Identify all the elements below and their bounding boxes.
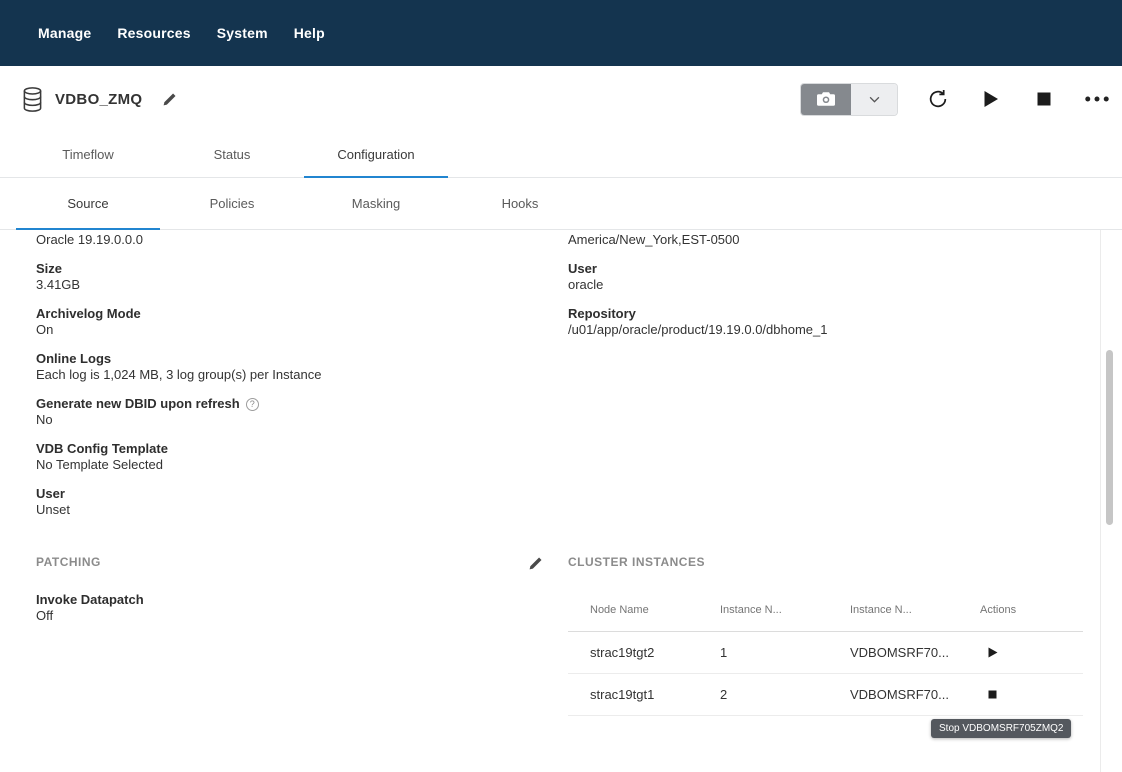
col-node-name: Node Name — [590, 604, 720, 616]
invoke-datapatch-label: Invoke Datapatch — [36, 592, 144, 608]
user-right-label: User — [568, 261, 597, 277]
primary-tabbar: Timeflow Status Configuration — [0, 132, 1122, 178]
field-generate-dbid: Generate new DBID upon refresh ? No — [36, 396, 531, 428]
col-actions: Actions — [980, 604, 1083, 616]
nav-item-resources[interactable]: Resources — [117, 25, 190, 41]
patching-title: PATCHING — [36, 555, 144, 569]
field-vdb-config-template: VDB Config Template No Template Selected — [36, 441, 531, 473]
tab-policies[interactable]: Policies — [160, 178, 304, 229]
cluster-instances-title: CLUSTER INSTANCES — [568, 555, 1083, 569]
scroll-area-divider — [1100, 230, 1101, 772]
page-title: VDBO_ZMQ — [55, 91, 142, 108]
more-actions-icon[interactable] — [1084, 86, 1110, 112]
source-details-right: America/New_York,EST-0500 User oracle Re… — [568, 232, 1088, 351]
col-instance-number: Instance N... — [720, 604, 850, 616]
field-user-left: User Unset — [36, 486, 531, 518]
patching-section: PATCHING Invoke Datapatch Off — [36, 555, 144, 637]
camera-icon[interactable] — [801, 84, 851, 115]
refresh-button[interactable] — [925, 86, 951, 112]
table-header-row: Node Name Instance N... Instance N... Ac… — [568, 588, 1083, 632]
edit-patching-icon[interactable] — [522, 550, 548, 576]
chevron-down-icon[interactable] — [851, 84, 897, 115]
database-icon — [22, 86, 43, 113]
start-button[interactable] — [978, 86, 1004, 112]
size-label: Size — [36, 261, 62, 277]
snapshot-button[interactable] — [800, 83, 898, 116]
cell-instance-name: VDBOMSRF70... — [850, 687, 980, 702]
field-oracle-version: Oracle 19.19.0.0.0 — [36, 232, 531, 248]
vertical-scrollbar[interactable] — [1106, 350, 1113, 525]
tab-masking[interactable]: Masking — [304, 178, 448, 229]
archivelog-value: On — [36, 322, 531, 338]
nav-item-help[interactable]: Help — [294, 25, 325, 41]
archivelog-label: Archivelog Mode — [36, 306, 141, 322]
field-online-logs: Online Logs Each log is 1,024 MB, 3 log … — [36, 351, 531, 383]
edit-title-icon[interactable] — [156, 86, 182, 112]
cell-instance-number: 1 — [720, 645, 850, 660]
vdb-template-value: No Template Selected — [36, 457, 531, 473]
oracle-version-value: Oracle 19.19.0.0.0 — [36, 232, 531, 248]
cell-node-name: strac19tgt1 — [590, 687, 720, 702]
field-archivelog-mode: Archivelog Mode On — [36, 306, 531, 338]
cell-node-name: strac19tgt2 — [590, 645, 720, 660]
tab-configuration[interactable]: Configuration — [304, 132, 448, 177]
header-toolbar — [800, 83, 1110, 116]
stop-instance-tooltip: Stop VDBOMSRF705ZMQ2 — [931, 719, 1071, 738]
tab-hooks[interactable]: Hooks — [448, 178, 592, 229]
row-stop-icon[interactable] — [980, 690, 1083, 699]
nav-item-system[interactable]: System — [217, 25, 268, 41]
vdb-template-label: VDB Config Template — [36, 441, 168, 457]
page-header: VDBO_ZMQ — [0, 66, 1122, 132]
title-group: VDBO_ZMQ — [22, 86, 182, 113]
user-right-value: oracle — [568, 277, 1088, 293]
cluster-instances-section: CLUSTER INSTANCES Node Name Instance N..… — [568, 555, 1083, 716]
top-navigation: Manage Resources System Help — [0, 0, 1122, 66]
generate-dbid-value: No — [36, 412, 531, 428]
size-value: 3.41GB — [36, 277, 531, 293]
repository-value: /u01/app/oracle/product/19.19.0.0/dbhome… — [568, 322, 1088, 338]
field-repository: Repository /u01/app/oracle/product/19.19… — [568, 306, 1088, 338]
invoke-datapatch-value: Off — [36, 608, 144, 624]
source-details-left: Oracle 19.19.0.0.0 Size 3.41GB Archivelo… — [36, 232, 531, 531]
online-logs-value: Each log is 1,024 MB, 3 log group(s) per… — [36, 367, 531, 383]
user-left-label: User — [36, 486, 65, 502]
secondary-tabbar: Source Policies Masking Hooks — [0, 178, 1122, 230]
repository-label: Repository — [568, 306, 636, 322]
timezone-value: America/New_York,EST-0500 — [568, 232, 1088, 248]
cell-instance-name: VDBOMSRF70... — [850, 645, 980, 660]
field-invoke-datapatch: Invoke Datapatch Off — [36, 592, 144, 624]
field-size: Size 3.41GB — [36, 261, 531, 293]
cell-instance-number: 2 — [720, 687, 850, 702]
table-row: strac19tgt2 1 VDBOMSRF70... — [568, 632, 1083, 674]
user-left-value: Unset — [36, 502, 531, 518]
tab-timeflow[interactable]: Timeflow — [16, 132, 160, 177]
app-root: Manage Resources System Help VDBO_ZMQ — [0, 0, 1122, 772]
cluster-instances-table: Node Name Instance N... Instance N... Ac… — [568, 588, 1083, 716]
col-instance-name: Instance N... — [850, 604, 980, 616]
field-user-right: User oracle — [568, 261, 1088, 293]
tab-status[interactable]: Status — [160, 132, 304, 177]
nav-item-manage[interactable]: Manage — [38, 25, 91, 41]
online-logs-label: Online Logs — [36, 351, 111, 367]
generate-dbid-label: Generate new DBID upon refresh — [36, 396, 240, 412]
stop-button[interactable] — [1031, 86, 1057, 112]
help-icon[interactable]: ? — [246, 398, 259, 411]
field-timezone: America/New_York,EST-0500 — [568, 232, 1088, 248]
row-start-icon[interactable] — [980, 647, 1083, 658]
table-row: strac19tgt1 2 VDBOMSRF70... — [568, 674, 1083, 716]
tab-source[interactable]: Source — [16, 178, 160, 229]
